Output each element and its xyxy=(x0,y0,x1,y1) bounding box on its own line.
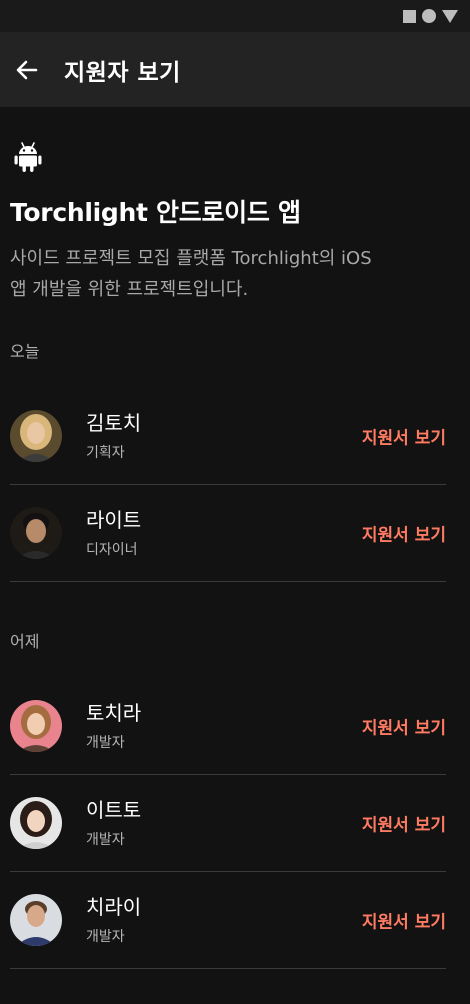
project-description: 사이드 프로젝트 모집 플랫폼 Torchlight의 iOS 앱 개발을 위한… xyxy=(10,248,372,300)
main-content: Torchlight 안드로이드 앱 사이드 프로젝트 모집 플랫폼 Torch… xyxy=(0,141,470,969)
view-application-button[interactable]: 지원서 보기 xyxy=(362,811,446,836)
app-bar: 지원자 보기 xyxy=(0,32,470,107)
applicant-name: 토치라 xyxy=(86,701,142,725)
view-application-button[interactable]: 지원서 보기 xyxy=(362,424,446,449)
applicant-info: 이트토 개발자 xyxy=(86,797,141,849)
applicant-role: 개발자 xyxy=(86,735,125,751)
page-title: 지원자 보기 xyxy=(64,59,181,86)
square-icon xyxy=(403,9,416,23)
avatar xyxy=(10,410,62,462)
applicant-role: 개발자 xyxy=(86,832,125,848)
project-title: Torchlight 안드로이드 앱 xyxy=(10,198,301,227)
view-application-button[interactable]: 지원서 보기 xyxy=(362,714,446,739)
avatar xyxy=(10,700,62,752)
avatar xyxy=(10,797,62,849)
applicant-name: 치라이 xyxy=(86,895,142,919)
applicant-info: 토치라 개발자 xyxy=(86,700,141,752)
applicant-row[interactable]: 라이트 디자이너 지원서 보기 xyxy=(10,485,446,582)
status-bar xyxy=(0,0,470,32)
applicant-list-yesterday: 토치라 개발자 지원서 보기 이트토 개발자 지원서 보기 치라이 개발자 지원… xyxy=(10,678,446,969)
avatar xyxy=(10,507,62,559)
android-icon xyxy=(14,141,42,173)
triangle-icon xyxy=(442,9,458,23)
view-application-button[interactable]: 지원서 보기 xyxy=(362,521,446,546)
applicant-info: 라이트 디자이너 xyxy=(86,507,141,559)
applicant-info: 김토치 기획자 xyxy=(86,410,141,462)
applicant-role: 기획자 xyxy=(86,445,125,461)
section-label-today: 오늘 xyxy=(10,342,40,361)
applicant-name: 이트토 xyxy=(86,798,142,822)
applicant-row[interactable]: 토치라 개발자 지원서 보기 xyxy=(10,678,446,775)
applicant-info: 치라이 개발자 xyxy=(86,894,141,946)
section-label-yesterday: 어제 xyxy=(10,632,40,651)
applicant-list-today: 김토치 기획자 지원서 보기 라이트 디자이너 지원서 보기 xyxy=(10,388,446,582)
applicant-row[interactable]: 치라이 개발자 지원서 보기 xyxy=(10,872,446,969)
applicant-role: 디자이너 xyxy=(86,542,138,558)
applicant-role: 개발자 xyxy=(86,929,125,945)
applicant-name: 라이트 xyxy=(86,508,142,532)
circle-icon xyxy=(422,9,436,23)
applicant-name: 김토치 xyxy=(86,411,142,435)
applicant-row[interactable]: 이트토 개발자 지원서 보기 xyxy=(10,775,446,872)
back-arrow-icon[interactable] xyxy=(14,57,40,83)
view-application-button[interactable]: 지원서 보기 xyxy=(362,908,446,933)
applicant-row[interactable]: 김토치 기획자 지원서 보기 xyxy=(10,388,446,485)
avatar xyxy=(10,894,62,946)
